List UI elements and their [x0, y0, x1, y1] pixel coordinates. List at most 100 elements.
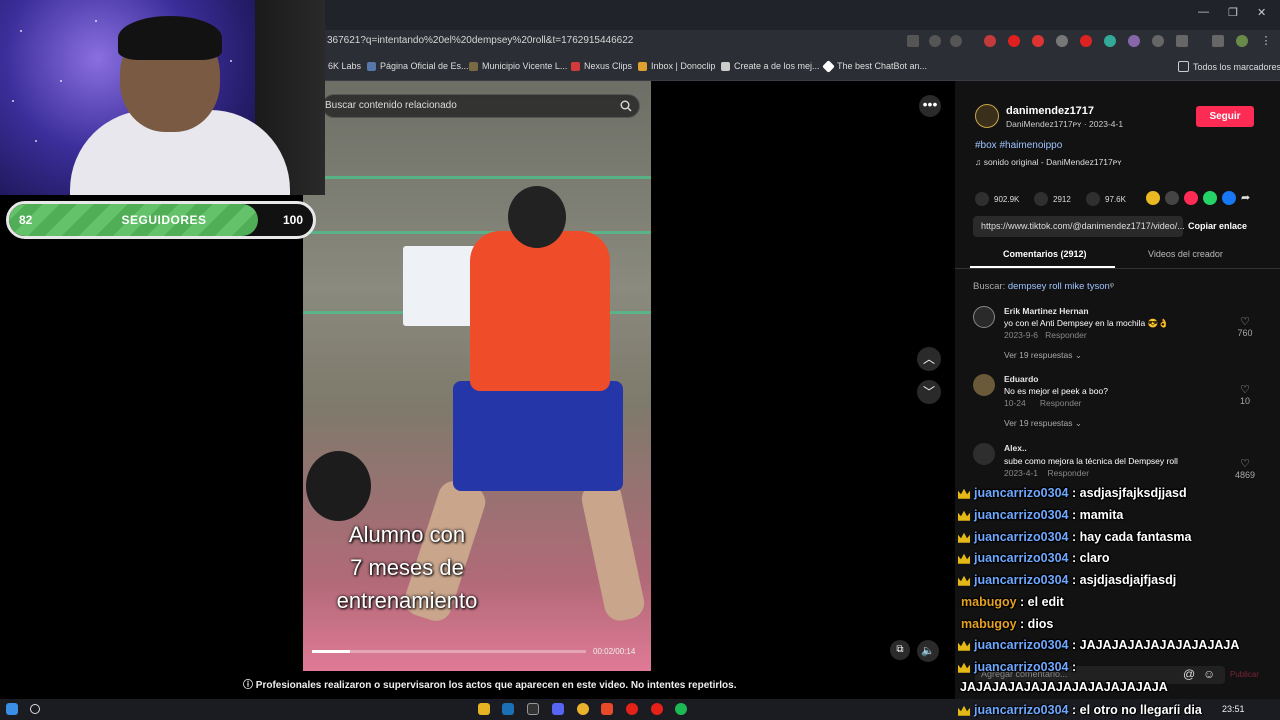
creator-username[interactable]: danimendez1717 — [1006, 105, 1094, 117]
playlist-icon[interactable] — [1212, 35, 1224, 47]
windows-start-icon[interactable] — [6, 703, 18, 715]
bookmark-icon — [367, 61, 376, 71]
chat-message: juancarrizo0304 : hay cada fantasma — [958, 530, 1191, 544]
mention-icon[interactable]: @ — [1183, 667, 1195, 681]
brave-icon[interactable] — [601, 703, 613, 715]
extension-icon[interactable] — [984, 35, 996, 47]
restore-icon[interactable]: ❐ — [1228, 6, 1238, 19]
install-icon[interactable] — [907, 35, 919, 47]
creator-avatar[interactable] — [975, 104, 999, 128]
chat-message: juancarrizo0304 : JAJAJAJAJAJAJAJAJAJA — [958, 638, 1239, 652]
follow-button[interactable]: Seguir — [1196, 106, 1254, 127]
bookmark[interactable]: Nexus Clips — [571, 61, 632, 71]
profile-avatar[interactable] — [1236, 35, 1248, 47]
bookmark[interactable]: The best ChatBot an... — [822, 59, 927, 73]
save-button[interactable]: 97.6K — [1086, 192, 1126, 206]
search-icon[interactable] — [620, 100, 632, 112]
extension-icon[interactable] — [1128, 35, 1140, 47]
share-arrow-icon[interactable]: ➦ — [1241, 191, 1255, 205]
follower-goal-target: 100 — [282, 213, 303, 227]
info-icon[interactable] — [1152, 35, 1164, 47]
bookmark[interactable]: Municipio Vicente L... — [469, 61, 567, 71]
bookmark-icon — [1086, 192, 1100, 206]
comment-search-suggestion[interactable]: Buscar: dempsey roll mike tysonᵠ — [973, 281, 1114, 292]
bookmark[interactable]: Create a de los mej... — [721, 61, 820, 71]
tab-comments[interactable]: Comentarios (2912) — [1003, 249, 1087, 259]
spotify-icon[interactable] — [675, 703, 687, 715]
video-progress-fill — [312, 650, 351, 653]
avatar[interactable] — [973, 374, 995, 396]
hashtags[interactable]: #box #haimenoippo — [975, 140, 1062, 151]
file-explorer-icon[interactable] — [478, 703, 490, 715]
extension-icon[interactable] — [1056, 35, 1068, 47]
adblock-icon[interactable] — [1032, 35, 1044, 47]
reply-button[interactable]: Responder — [1040, 398, 1082, 408]
star — [20, 30, 22, 32]
steam-icon[interactable] — [502, 703, 514, 715]
tab-creator-videos[interactable]: Videos del creador — [1148, 249, 1223, 259]
view-replies-button[interactable]: Ver 19 respuestas ⌄ — [1004, 418, 1082, 429]
send-icon[interactable] — [1184, 191, 1198, 205]
follower-goal-bar: 82 SEGUIDORES 100 — [6, 201, 316, 239]
bookmark[interactable]: Página Oficial de Es... — [367, 61, 469, 71]
comment-like-button[interactable]: ♡ 760 — [1227, 316, 1263, 338]
sound-link[interactable]: ♫ sonido original - DaniMendez1717ᴘʏ — [975, 157, 1122, 167]
emoji-icon[interactable]: ☺ — [1203, 667, 1215, 681]
star — [230, 60, 232, 62]
minimize-icon[interactable]: — — [1198, 6, 1209, 18]
fighter-leg — [578, 478, 648, 624]
safety-warning: ⓘ Profesionales realizaron o supervisaro… — [243, 680, 737, 691]
related-search-input[interactable]: Buscar contenido relacionado — [322, 94, 640, 118]
comment-button[interactable]: 2912 — [1034, 192, 1071, 206]
all-bookmarks[interactable]: Todos los marcadores — [1178, 61, 1280, 72]
app-icon[interactable] — [527, 703, 539, 715]
bookmark-icon — [469, 61, 478, 71]
extension-icon[interactable] — [1104, 35, 1116, 47]
extension-icon[interactable] — [1008, 35, 1020, 47]
discord-icon[interactable] — [552, 703, 564, 715]
extension-icon[interactable] — [1080, 35, 1092, 47]
reply-button[interactable]: Responder — [1045, 330, 1087, 340]
menu-icon[interactable]: ⋮ — [1260, 35, 1272, 47]
heart-icon: ♡ — [1240, 384, 1250, 396]
chevron-up-icon[interactable]: ︿ — [917, 347, 941, 371]
more-options-icon[interactable]: ••• — [919, 95, 941, 117]
copy-link-button[interactable]: Copiar enlace — [1188, 221, 1247, 231]
app-icon[interactable] — [651, 703, 663, 715]
chat-message: juancarrizo0304 : asdjasjfajksdjjasd — [958, 486, 1187, 500]
bookmark-icon — [638, 61, 647, 71]
puzzle-icon[interactable] — [1176, 35, 1188, 47]
avatar[interactable] — [973, 443, 995, 465]
close-icon[interactable]: ✕ — [1257, 6, 1266, 19]
chevron-down-icon[interactable]: ﹀ — [917, 380, 941, 404]
comment-item: Alex.. sube como mejora la técnica del D… — [973, 443, 1263, 483]
star-icon[interactable] — [950, 35, 962, 47]
url-text[interactable]: 367621?q=intentando%20el%20dempsey%20rol… — [327, 35, 633, 46]
view-replies-button[interactable]: Ver 19 respuestas ⌄ — [1004, 350, 1082, 361]
like-button[interactable]: 902.9K — [975, 192, 1019, 206]
post-comment-button[interactable]: Publicar — [1230, 670, 1259, 679]
facebook-icon[interactable] — [1222, 191, 1236, 205]
bookmark[interactable]: Inbox | Donoclip — [638, 61, 715, 71]
reply-button[interactable]: Responder — [1047, 468, 1089, 478]
embed-icon[interactable] — [1165, 191, 1179, 205]
volume-icon[interactable]: 🔈 — [917, 640, 939, 662]
crown-icon — [958, 510, 970, 521]
ring-rope — [303, 231, 651, 234]
video-progress-bar[interactable] — [312, 650, 586, 653]
pip-icon[interactable]: ⧉ — [890, 640, 910, 660]
comment-like-button[interactable]: ♡ 10 — [1227, 384, 1263, 406]
comment-like-button[interactable]: ♡ 4869 — [1227, 458, 1263, 480]
ring-rope — [303, 176, 651, 179]
video-link[interactable]: https://www.tiktok.com/@danimendez1717/v… — [981, 221, 1185, 231]
search-icon[interactable] — [30, 704, 40, 714]
heart-icon: ♡ — [1240, 458, 1250, 470]
zoom-icon[interactable] — [929, 35, 941, 47]
coin-icon[interactable] — [1146, 191, 1160, 205]
bookmark[interactable]: 6K Labs — [328, 61, 361, 71]
avatar[interactable] — [973, 306, 995, 328]
webcam-overlay — [0, 0, 325, 195]
app-icon[interactable] — [626, 703, 638, 715]
chrome-icon[interactable] — [577, 703, 589, 715]
whatsapp-icon[interactable] — [1203, 191, 1217, 205]
